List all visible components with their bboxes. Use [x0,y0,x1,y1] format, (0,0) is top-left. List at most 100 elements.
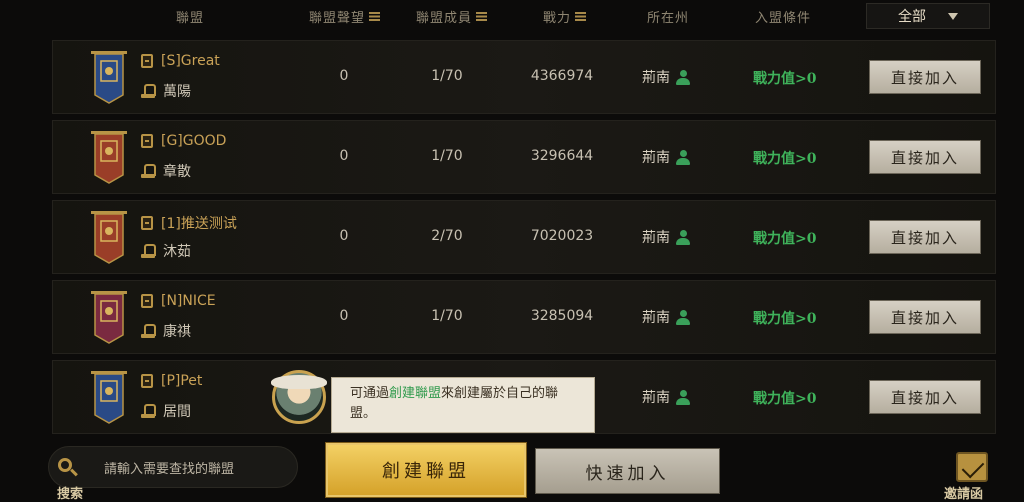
join-condition: 戰力值>0 [753,231,817,247]
alliance-banner-icon [89,49,129,105]
direct-join-button[interactable]: 直接加入 [869,380,981,414]
list-header: 聯盟 聯盟聲望 聯盟成員 戰力 所在州 入盟條件 全部 [0,0,1024,32]
alliance-name-row: [G]GOOD [141,133,226,149]
leader-name-row: 萬陽 [141,81,191,101]
header-reputation-label: 聯盟聲望 [309,11,366,26]
state-cell: 荊南 [642,307,690,327]
alliance-name: [G]GOOD [161,133,227,149]
alliance-name-row: [1]推送测试 [141,213,237,233]
alliance-row[interactable]: [1]推送测试 沐茹 0 2/70 7020023 荊南 戰力值>0 直接加入 [52,200,996,274]
alliance-flag-icon [141,54,153,68]
state-name: 荊南 [642,390,670,406]
header-condition: 入盟條件 [755,7,811,26]
leader-name-row: 章散 [141,161,191,181]
header-state-label: 所在州 [647,11,690,26]
header-reputation[interactable]: 聯盟聲望 [309,7,381,26]
state-cell: 荊南 [642,227,690,247]
alliance-name-row: [S]Great [141,53,220,69]
alliance-name: [S]Great [161,53,220,69]
leader-name: 沐茹 [163,244,191,260]
power-value: 7020023 [530,228,594,244]
header-members-label: 聯盟成員 [416,11,473,26]
person-icon[interactable] [676,229,690,245]
sort-icon[interactable] [476,12,488,21]
header-members[interactable]: 聯盟成員 [416,7,488,26]
create-alliance-button[interactable]: 創建聯盟 [325,442,527,498]
members-value: 1/70 [431,148,463,164]
header-alliance: 聯盟 [176,7,204,26]
filter-dropdown[interactable]: 全部 [866,3,990,29]
header-condition-label: 入盟條件 [755,11,812,26]
reputation-value: 0 [339,228,349,244]
direct-join-button[interactable]: 直接加入 [869,300,981,334]
alliance-flag-icon [141,374,153,388]
alliance-banner-icon [89,209,129,265]
alliance-flag-icon [141,294,153,308]
person-icon[interactable] [676,69,690,85]
envelope-icon[interactable] [956,452,988,482]
alliance-name: [P]Pet [161,373,203,389]
leader-name: 居間 [163,404,191,420]
hint-text-highlight: 創建聯盟 [389,386,442,401]
filter-value: 全部 [898,9,926,25]
alliance-row[interactable]: [G]GOOD 章散 0 1/70 3296644 荊南 戰力值>0 直接加入 [52,120,996,194]
direct-join-button[interactable]: 直接加入 [869,140,981,174]
leader-icon [141,404,156,418]
header-alliance-label: 聯盟 [176,11,205,26]
leader-name-row: 沐茹 [141,241,191,261]
leader-icon [141,324,156,338]
person-icon[interactable] [676,309,690,325]
members-value: 1/70 [431,308,463,324]
leader-name: 萬陽 [163,84,191,100]
power-value: 4366974 [530,68,594,84]
sort-icon[interactable] [369,12,381,21]
person-icon[interactable] [676,149,690,165]
alliance-row[interactable]: [N]NICE 康祺 0 1/70 3285094 荊南 戰力值>0 直接加入 [52,280,996,354]
leader-name: 康祺 [163,324,191,340]
alliance-name-row: [P]Pet [141,373,202,389]
hint-text-prefix: 可通過 [350,386,390,401]
direct-join-button[interactable]: 直接加入 [869,60,981,94]
sort-icon[interactable] [575,12,587,21]
leader-icon [141,164,156,178]
leader-icon [141,244,156,258]
state-name: 荊南 [642,70,670,86]
header-power[interactable]: 戰力 [543,7,587,26]
direct-join-button[interactable]: 直接加入 [869,220,981,254]
reputation-value: 0 [339,68,349,84]
reputation-value: 0 [339,148,349,164]
power-value: 3296644 [530,148,594,164]
alliance-flag-icon [141,134,153,148]
hint-bubble: 可通過創建聯盟來創建屬於自己的聯盟。 [331,377,595,433]
members-value: 2/70 [431,228,463,244]
alliance-name-row: [N]NICE [141,293,216,309]
quick-join-button[interactable]: 快速加入 [535,448,720,494]
advisor-avatar [271,370,327,424]
person-icon[interactable] [676,389,690,405]
power-value: 3285094 [530,308,594,324]
leader-name-row: 康祺 [141,321,191,341]
join-condition: 戰力值>0 [753,311,817,327]
state-cell: 荊南 [642,387,690,407]
join-condition: 戰力值>0 [753,151,817,167]
alliance-name: [N]NICE [161,293,216,309]
alliance-banner-icon [89,289,129,345]
reputation-value: 0 [339,308,349,324]
chevron-down-icon [948,12,958,20]
search-label[interactable]: 搜索 [57,483,83,502]
leader-icon [141,84,156,98]
search-icon[interactable] [54,456,80,482]
state-name: 荊南 [642,310,670,326]
join-condition: 戰力值>0 [753,71,817,87]
leader-name: 章散 [163,164,191,180]
leader-name-row: 居間 [141,401,191,421]
alliance-flag-icon [141,216,153,230]
alliance-banner-icon [89,369,129,425]
hat-icon [271,375,327,389]
alliance-name: [1]推送测试 [161,216,237,232]
invite-label[interactable]: 邀請函 [944,483,983,502]
search-input[interactable] [104,462,289,477]
state-name: 荊南 [642,150,670,166]
state-cell: 荊南 [642,147,690,167]
alliance-row[interactable]: [S]Great 萬陽 0 1/70 4366974 荊南 戰力值>0 直接加入 [52,40,996,114]
